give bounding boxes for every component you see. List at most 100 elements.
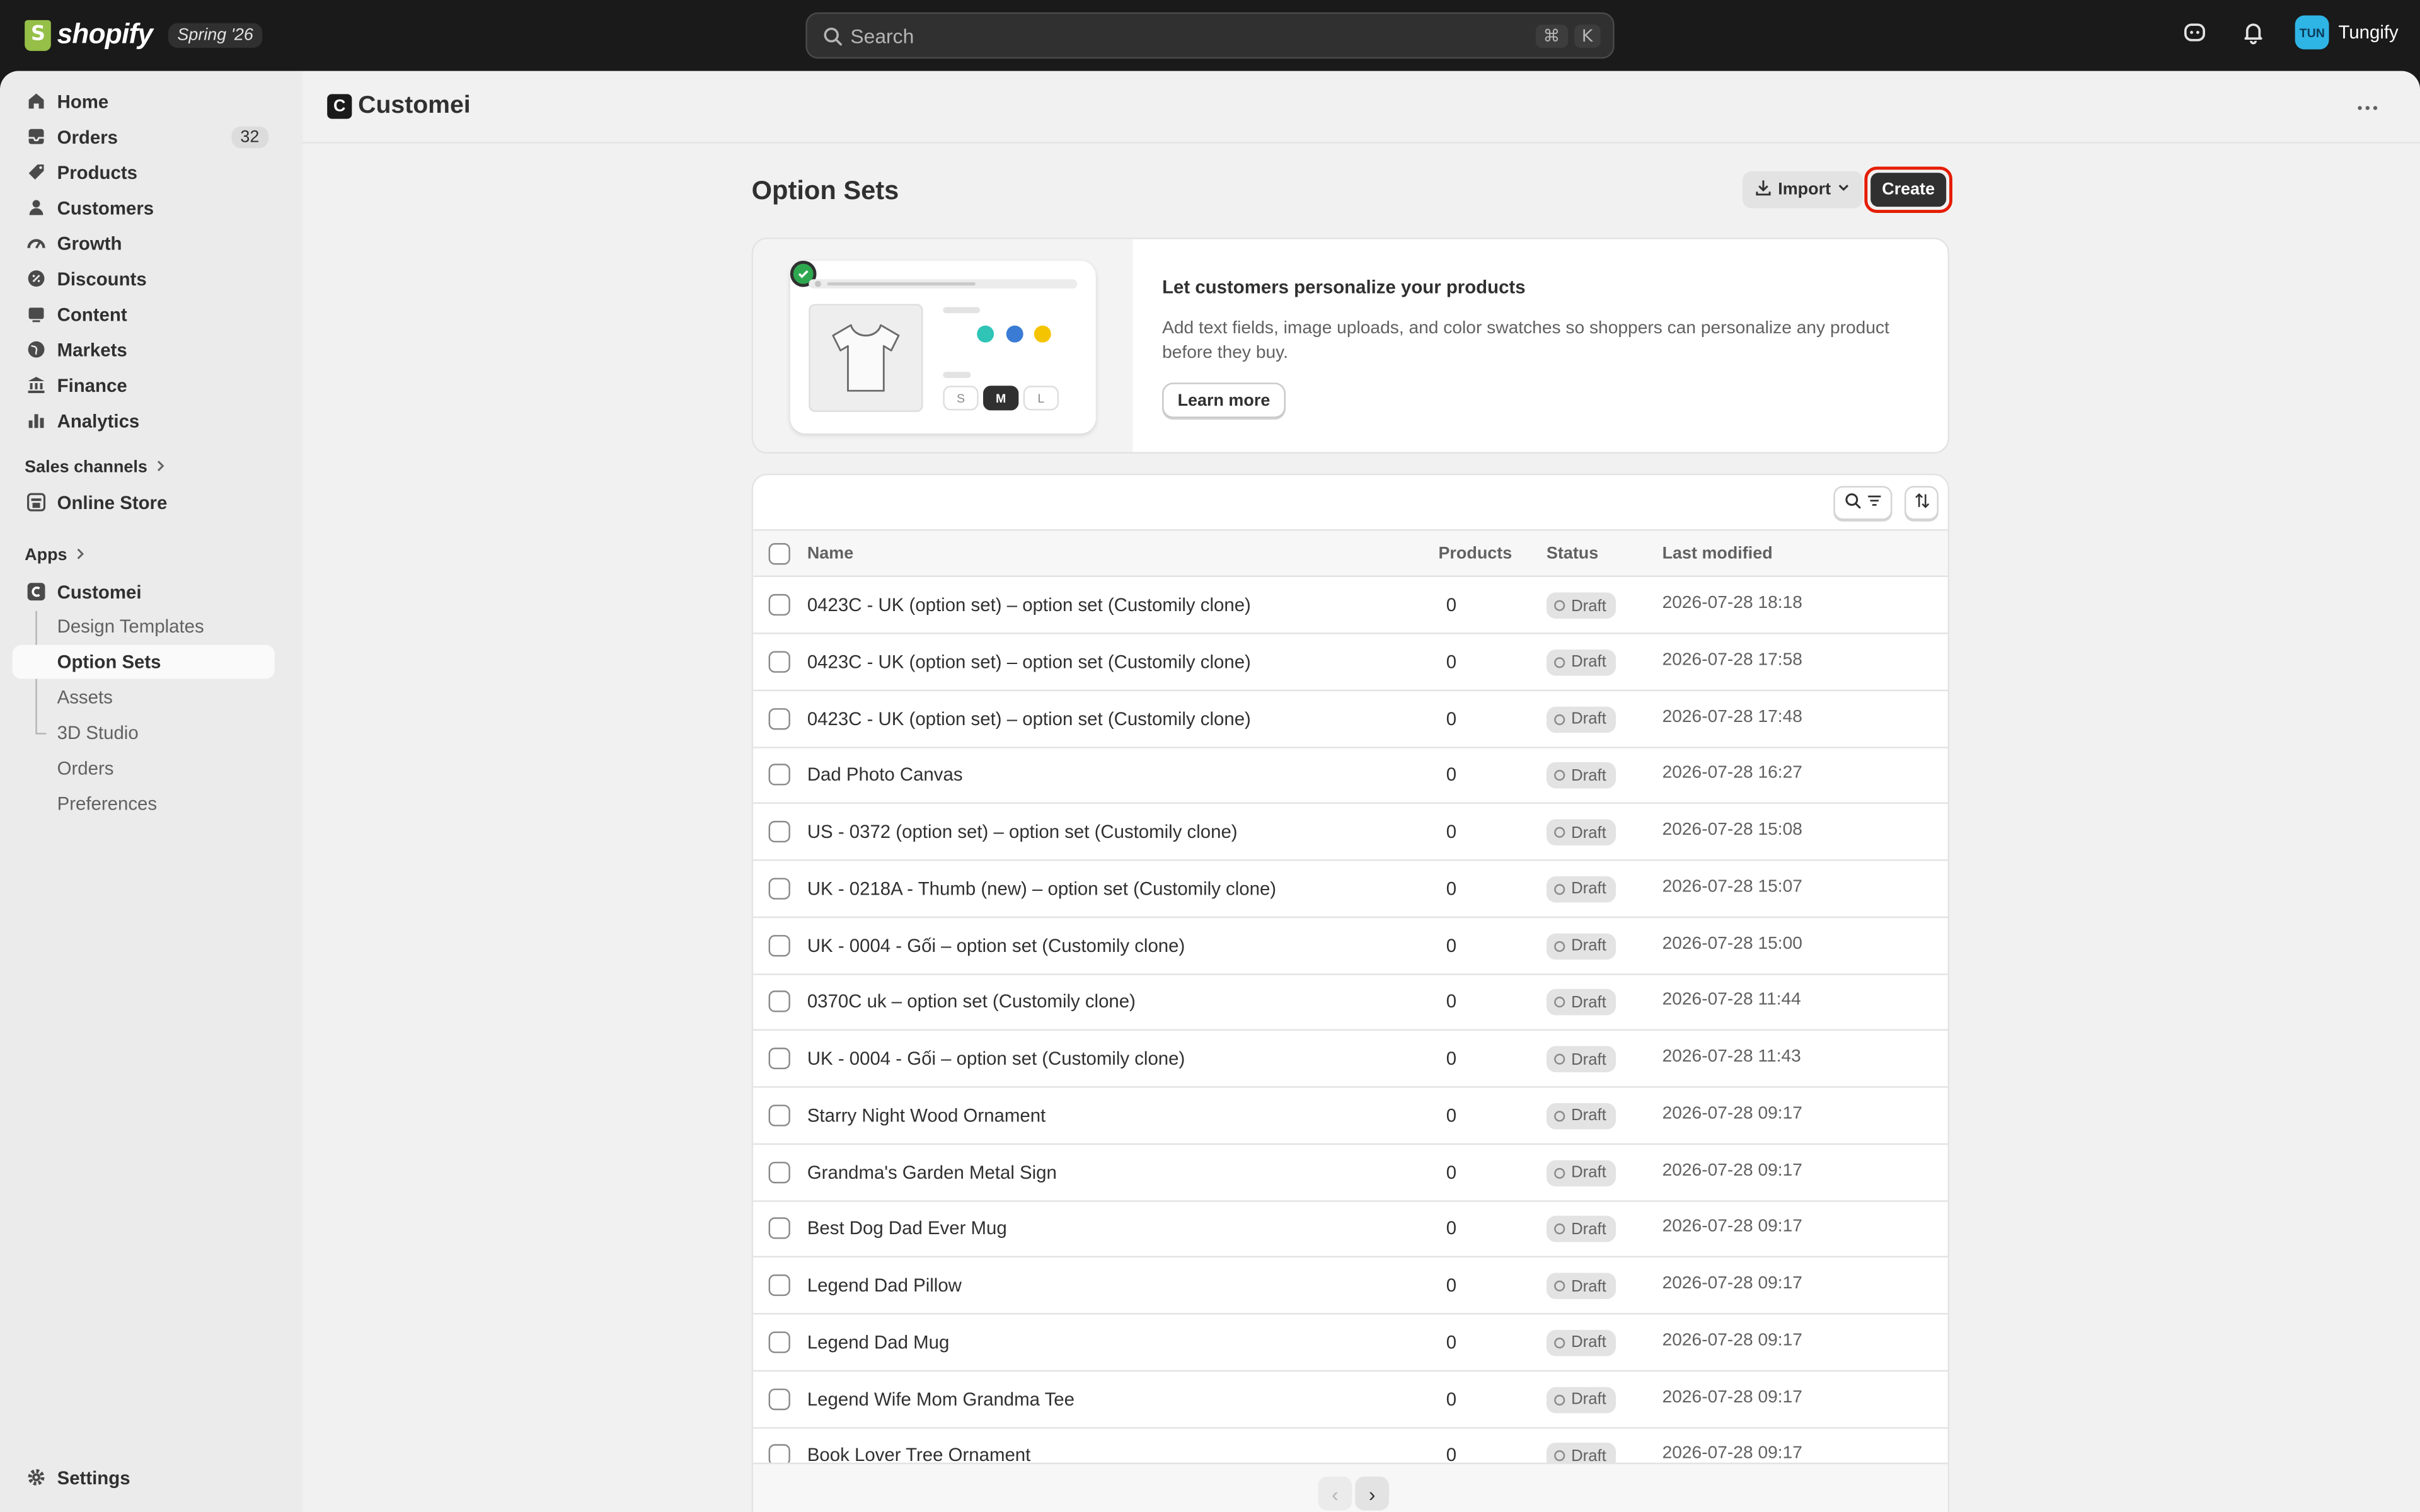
sidebar-sub-design-templates[interactable]: Design Templates <box>13 609 275 643</box>
table-row[interactable]: UK - 0218A - Thumb (new) – option set (C… <box>753 861 1948 918</box>
sidebar-item-markets[interactable]: Markets <box>13 332 275 367</box>
table-row[interactable]: US - 0372 (option set) – option set (Cus… <box>753 804 1948 861</box>
cell-name[interactable]: UK - 0218A - Thumb (new) – option set (C… <box>807 878 1276 899</box>
cell-name[interactable]: 0423C - UK (option set) – option set (Cu… <box>807 651 1251 672</box>
sidebar-item-products[interactable]: Products <box>13 154 275 190</box>
row-checkbox[interactable] <box>768 707 790 730</box>
cell-products: 0 <box>1446 990 1457 1013</box>
row-checkbox[interactable] <box>768 1160 790 1183</box>
sales-channels-label: Sales channels <box>25 458 147 477</box>
cell-name[interactable]: Legend Dad Pillow <box>807 1274 962 1296</box>
table-row[interactable]: Legend Dad Pillow 0 Draft 2026-07-28 09:17 <box>753 1257 1948 1315</box>
table-row[interactable]: 0423C - UK (option set) – option set (Cu… <box>753 577 1948 634</box>
row-checkbox[interactable] <box>768 1274 790 1297</box>
row-checkbox[interactable] <box>768 764 790 786</box>
cell-name[interactable]: UK - 0004 - Gối – option set (Customily … <box>807 934 1185 956</box>
sidebar-sub-3d-studio[interactable]: 3D Studio <box>13 716 275 750</box>
row-checkbox[interactable] <box>768 1331 790 1353</box>
row-checkbox[interactable] <box>768 593 790 616</box>
cell-last-modified: 2026-07-28 09:17 <box>1662 1160 1802 1180</box>
table-row[interactable]: 0370C uk – option set (Customily clone) 0… <box>753 974 1948 1031</box>
sidebar-item-growth[interactable]: Growth <box>13 226 275 261</box>
row-checkbox[interactable] <box>768 990 790 1013</box>
sidebar-item-analytics[interactable]: Analytics <box>13 403 275 438</box>
row-checkbox[interactable] <box>768 1387 790 1410</box>
notifications-bell-icon[interactable] <box>2237 15 2271 49</box>
cell-name[interactable]: US - 0372 (option set) – option set (Cus… <box>807 821 1238 842</box>
create-button[interactable]: Create <box>1870 173 1947 207</box>
cell-name[interactable]: Dad Photo Canvas <box>807 764 963 786</box>
cell-products: 0 <box>1446 934 1457 956</box>
cell-name[interactable]: 0423C - UK (option set) – option set (Cu… <box>807 594 1251 616</box>
row-checkbox[interactable] <box>768 1104 790 1126</box>
learn-more-button[interactable]: Learn more <box>1162 382 1286 418</box>
table-row[interactable]: UK - 0004 - Gối – option set (Customily … <box>753 917 1948 975</box>
shopify-logo[interactable]: shopify Spring '26 <box>25 18 263 50</box>
sidebar-sub-option-sets[interactable]: Option Sets <box>12 644 275 679</box>
cell-last-modified: 2026-07-28 09:17 <box>1662 1444 1802 1463</box>
table-row[interactable]: Grandma's Garden Metal Sign 0 Draft 2026-07… <box>753 1144 1948 1201</box>
cell-name[interactable]: Legend Dad Mug <box>807 1331 949 1353</box>
more-actions-icon[interactable] <box>2352 93 2383 123</box>
sidebar-item-customers[interactable]: Customers <box>13 190 275 225</box>
sidebar-sub-preferences[interactable]: Preferences <box>13 787 275 821</box>
row-checkbox[interactable] <box>768 934 790 956</box>
user-menu[interactable]: TUN Tungify <box>2295 15 2399 50</box>
sidebar-item-content[interactable]: Content <box>13 296 275 331</box>
next-page-button[interactable]: › <box>1355 1476 1390 1511</box>
status-label: Draft <box>1571 653 1606 672</box>
illustration-label-line <box>943 372 971 379</box>
sidebar-sub-assets[interactable]: Assets <box>13 680 275 714</box>
column-header-products[interactable]: Products <box>1438 544 1512 563</box>
sidebar-item-finance[interactable]: Finance <box>13 367 275 403</box>
previous-page-button[interactable]: ‹ <box>1318 1476 1352 1511</box>
row-checkbox[interactable] <box>768 1217 790 1240</box>
table-row[interactable]: 0423C - UK (option set) – option set (Cu… <box>753 634 1948 691</box>
row-checkbox[interactable] <box>768 1047 790 1070</box>
column-header-status[interactable]: Status <box>1547 544 1598 563</box>
search-bar[interactable]: Search ⌘ K <box>805 12 1615 59</box>
apps-section[interactable]: Apps <box>25 546 86 564</box>
promo-title: Let customers personalize your products <box>1162 276 1526 298</box>
cell-last-modified: 2026-07-28 11:44 <box>1662 990 1801 1010</box>
status-badge: Draft <box>1546 1216 1616 1243</box>
row-checkbox[interactable] <box>768 877 790 900</box>
table-row[interactable]: Best Dog Dad Ever Mug 0 Draft 2026-07-28 09… <box>753 1201 1948 1258</box>
table-row[interactable]: 0423C - UK (option set) – option set (Cu… <box>753 690 1948 748</box>
cell-name[interactable]: 0423C - UK (option set) – option set (Cu… <box>807 707 1251 729</box>
cell-last-modified: 2026-07-28 17:48 <box>1662 707 1802 726</box>
table-row[interactable]: Legend Dad Mug 0 Draft 2026-07-28 09:17 <box>753 1314 1948 1372</box>
sidebar-sub-orders[interactable]: Orders <box>13 752 275 786</box>
select-all-checkbox[interactable] <box>768 543 790 565</box>
column-header-name[interactable]: Name <box>807 544 853 563</box>
sidebar-item-home[interactable]: Home <box>13 83 275 118</box>
table-row[interactable]: Starry Night Wood Ornament 0 Draft 2026-07-… <box>753 1087 1948 1145</box>
search-filter-button[interactable] <box>1833 486 1893 520</box>
sort-button[interactable] <box>1904 486 1939 520</box>
import-button[interactable]: Import <box>1742 171 1864 209</box>
cell-name[interactable]: UK - 0004 - Gối – option set (Customily … <box>807 1048 1185 1069</box>
sidebar-item-discounts[interactable]: Discounts <box>13 261 275 296</box>
cell-name[interactable]: Grandma's Garden Metal Sign <box>807 1161 1057 1183</box>
table-row[interactable]: Dad Photo Canvas 0 Draft 2026-07-28 16:27 <box>753 747 1948 805</box>
table-row[interactable]: Legend Wife Mom Grandma Tee 0 Draft 2026-07… <box>753 1371 1948 1428</box>
search-input[interactable]: Search <box>850 24 1529 47</box>
sidebar-item-settings[interactable]: Settings <box>13 1460 275 1495</box>
cell-name[interactable]: Best Dog Dad Ever Mug <box>807 1218 1007 1239</box>
sales-channels-section[interactable]: Sales channels <box>25 458 166 477</box>
search-icon <box>819 23 844 48</box>
row-checkbox[interactable] <box>768 820 790 843</box>
row-checkbox[interactable] <box>768 650 790 673</box>
column-header-last-modified[interactable]: Last modified <box>1662 544 1773 563</box>
cell-name[interactable]: Legend Wife Mom Grandma Tee <box>807 1388 1075 1409</box>
cell-name[interactable]: Starry Night Wood Ornament <box>807 1104 1046 1126</box>
size-pill: S <box>943 386 979 411</box>
promo-card: S M L Let customers personalize your pro… <box>751 238 1950 454</box>
cell-name[interactable]: 0370C uk – option set (Customily clone) <box>807 991 1136 1012</box>
status-label: Draft <box>1571 709 1606 728</box>
table-row[interactable]: UK - 0004 - Gối – option set (Customily … <box>753 1031 1948 1088</box>
sidebar-item-orders[interactable]: Orders 32 <box>13 119 275 154</box>
sidebar-item-customei[interactable]: Customei <box>13 574 275 609</box>
sidebar-item-online-store[interactable]: Online Store <box>13 484 275 520</box>
sidekick-icon[interactable] <box>2178 15 2212 49</box>
